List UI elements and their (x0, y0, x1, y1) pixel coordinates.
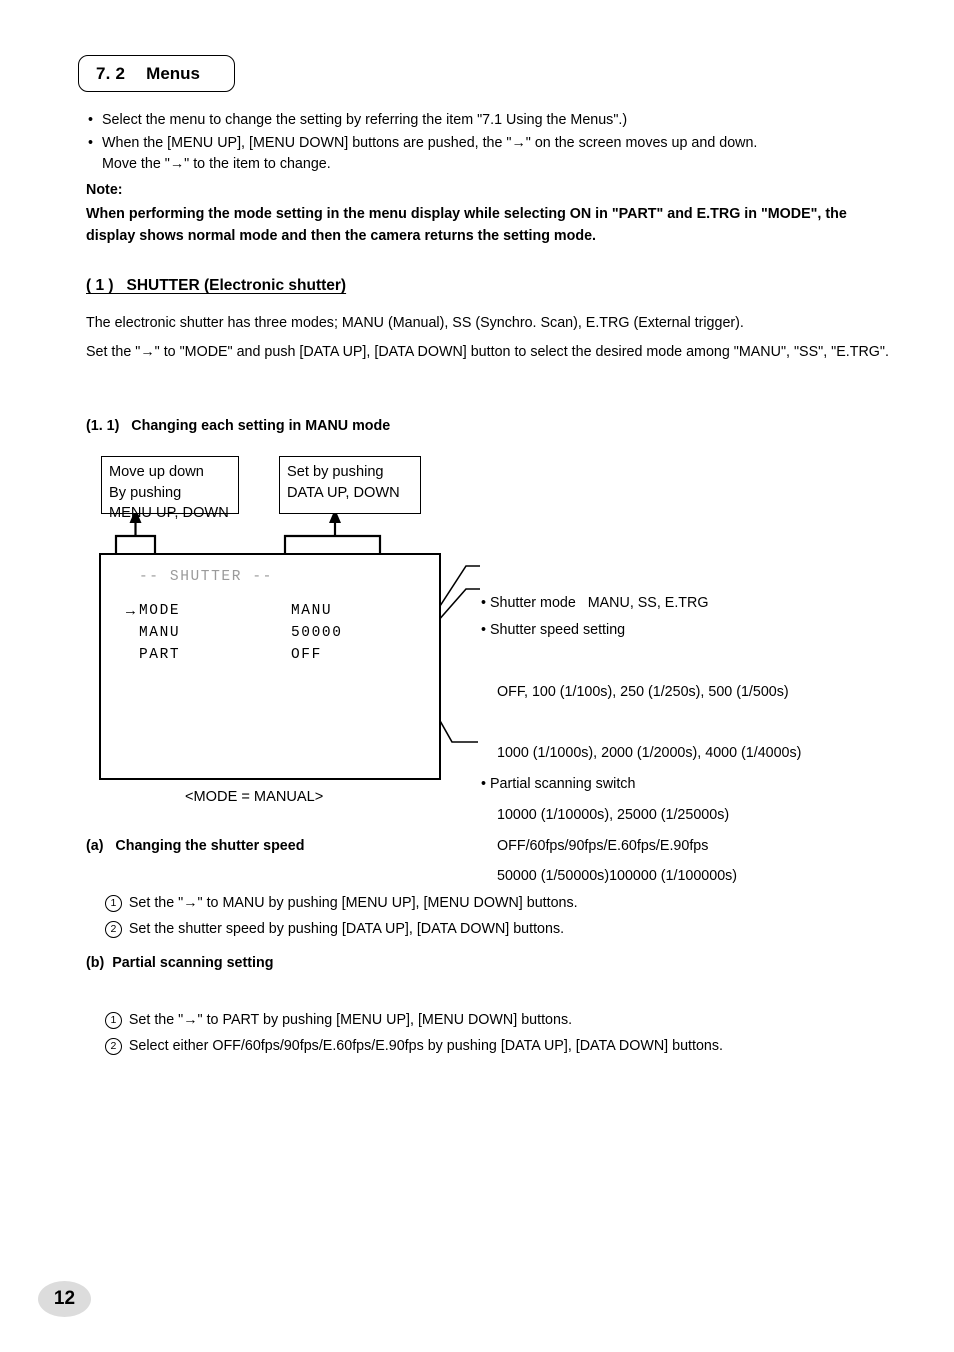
callout-data-up-down: Set by pushing DATA UP, DOWN (279, 456, 421, 514)
callout-menu-up-down: Move up down By pushing MENU UP, DOWN (101, 456, 239, 521)
page-number: 12 (38, 1281, 91, 1317)
shutter-paragraph-1: The electronic shutter has three modes; … (86, 315, 744, 331)
screen-row-value: OFF (291, 647, 322, 663)
intro-bullet-1: • Select the menu to change the setting … (88, 110, 898, 131)
screen-row: PART OFF (101, 647, 320, 727)
screen-row-label: PART (139, 647, 181, 663)
shutter-paragraph-2: Set the "→" to "MODE" and push [DATA UP]… (86, 344, 889, 360)
annotation-partial-values: OFF/60fps/90fps/E.60fps/E.90fps (497, 837, 709, 854)
screen-title: -- SHUTTER -- (139, 569, 273, 585)
subsection-b-heading: (b) Partial scanning setting (86, 955, 274, 971)
annotation-shutter-speed-head: • Shutter speed setting (481, 622, 626, 638)
screen-row-value: 50000 (291, 625, 343, 641)
screen-row-value: MANU (291, 603, 333, 619)
cursor-arrow-icon: → (123, 602, 140, 619)
page-number-text: 12 (53, 1288, 76, 1309)
section-header: 7. 2 Menus (78, 55, 235, 92)
screen-caption: <MODE = MANUAL> (185, 789, 324, 805)
bullet-dot-icon: • (88, 112, 94, 128)
data-bracket (283, 522, 382, 553)
screen-row-label: MODE (139, 603, 181, 619)
annotation-partial-head: • Partial scanning switch (481, 776, 636, 792)
screen-row-label: MANU (139, 625, 181, 641)
note-label: Note: (86, 182, 123, 198)
menu-bracket (114, 522, 157, 553)
subsection-a-heading: (a) Changing the shutter speed (86, 838, 305, 854)
section-title: Menus (146, 63, 200, 83)
shutter-heading: ( 1 ) SHUTTER (Electronic shutter) (86, 277, 347, 294)
bullet-dot-icon: • (88, 135, 94, 151)
intro-bullet-2-text: When the [MENU UP], [MENU DOWN] buttons … (102, 135, 758, 172)
step-number-badge: 2 (104, 921, 122, 938)
subsection-a-step-2: 2 Set the shutter speed by pushing [DATA … (89, 898, 564, 961)
camera-menu-screen: -- SHUTTER -- → MODE MANU MANU 50000 PAR… (99, 553, 441, 780)
subsection-b-step-2: 2 Select either OFF/60fps/90fps/E.60fps/E… (89, 1015, 723, 1078)
manu-mode-heading: (1. 1) Changing each setting in MANU mod… (86, 418, 391, 434)
intro-bullet-1-text: Select the menu to change the setting by… (102, 112, 628, 128)
intro-bullet-2: • When the [MENU UP], [MENU DOWN] button… (88, 133, 898, 175)
subsection-a-step-2-text: Set the shutter speed by pushing [DATA U… (128, 921, 565, 937)
section-number: 7. 2 (96, 63, 126, 83)
annotation-shutter-speed-line-1: OFF, 100 (1/100s), 250 (1/250s), 500 (1/… (497, 683, 789, 700)
note-body: When performing the mode setting in the … (86, 206, 847, 244)
step-number-badge: 2 (104, 1038, 122, 1055)
subsection-b-step-2-text: Select either OFF/60fps/90fps/E.60fps/E.… (128, 1038, 723, 1054)
document-page: 7. 2 Menus • Select the menu to change t… (0, 0, 954, 1352)
